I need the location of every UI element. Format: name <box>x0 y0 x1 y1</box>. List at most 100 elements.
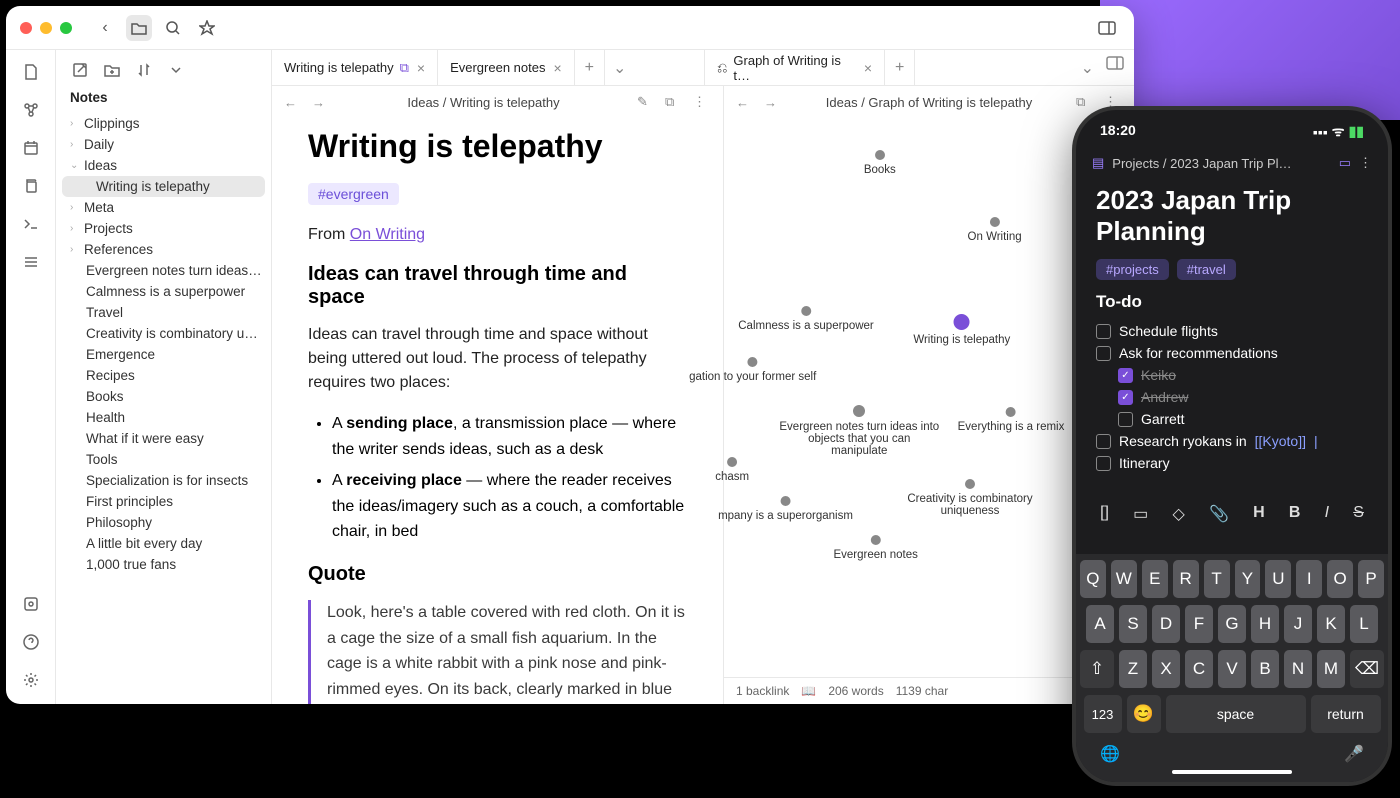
key-y[interactable]: Y <box>1235 560 1261 598</box>
todo-item[interactable]: ✓Keiko <box>1096 364 1368 386</box>
bold-icon[interactable]: B <box>1289 504 1301 524</box>
tab-graph[interactable]: ⎌Graph of Writing is t…× <box>705 50 724 85</box>
file-icon[interactable]: ▭ <box>1133 504 1148 524</box>
collapse-icon[interactable] <box>166 60 186 80</box>
sidebar-folder[interactable]: › References <box>56 239 271 260</box>
key-i[interactable]: I <box>1296 560 1322 598</box>
checkbox[interactable] <box>1118 412 1133 427</box>
from-link[interactable]: On Writing <box>350 226 425 243</box>
key-123[interactable]: 123 <box>1084 695 1122 733</box>
graph-node[interactable]: chasm <box>715 457 749 483</box>
key-h[interactable]: H <box>1251 605 1279 643</box>
brackets-icon[interactable]: [] <box>1100 504 1109 524</box>
graph-canvas[interactable]: BooksOn WritingCalmness is a superpowerW… <box>724 118 1134 677</box>
attach-icon[interactable]: 📎 <box>1209 504 1229 524</box>
breadcrumb[interactable]: Ideas / Writing is telepathy <box>340 95 627 110</box>
sidebar-folder[interactable]: › Clippings <box>56 113 271 134</box>
more-icon[interactable]: ⋮ <box>1104 94 1122 110</box>
nav-back-icon[interactable]: ‹ <box>92 15 118 41</box>
todo-item[interactable]: Ask for recommendations <box>1096 342 1368 364</box>
heading-icon[interactable]: H <box>1253 504 1265 524</box>
sidebar-note[interactable]: Health <box>56 407 271 428</box>
checkbox[interactable] <box>1096 346 1111 361</box>
strike-icon[interactable]: S <box>1353 504 1364 524</box>
tab-evergreen-notes[interactable]: Evergreen notes× <box>438 50 575 85</box>
key-l[interactable]: L <box>1350 605 1378 643</box>
sidebar-folder[interactable]: › Meta <box>56 197 271 218</box>
new-folder-icon[interactable] <box>102 60 122 80</box>
edit-icon[interactable]: ✎ <box>637 94 655 110</box>
key-u[interactable]: U <box>1265 560 1291 598</box>
key-d[interactable]: D <box>1152 605 1180 643</box>
note-title[interactable]: Writing is telepathy <box>308 128 687 165</box>
key-c[interactable]: C <box>1185 650 1213 688</box>
breadcrumb[interactable]: Ideas / Graph of Writing is telepathy <box>792 95 1066 110</box>
key-b[interactable]: B <box>1251 650 1279 688</box>
key-m[interactable]: M <box>1317 650 1345 688</box>
home-indicator[interactable] <box>1172 770 1292 774</box>
vault-icon[interactable] <box>21 594 41 614</box>
graph-node[interactable]: Writing is telepathy <box>913 314 1010 346</box>
minimize-window-button[interactable] <box>40 22 52 34</box>
sidebar-icon[interactable]: ▤ <box>1092 155 1104 171</box>
close-window-button[interactable] <box>20 22 32 34</box>
key-x[interactable]: X <box>1152 650 1180 688</box>
settings-icon[interactable] <box>21 670 41 690</box>
todo-item[interactable]: Itinerary <box>1096 452 1368 474</box>
key-w[interactable]: W <box>1111 560 1137 598</box>
sidebar-note[interactable]: A little bit every day <box>56 533 271 554</box>
close-tab-icon[interactable]: × <box>417 60 425 76</box>
panel-toggle-icon[interactable] <box>1094 15 1120 41</box>
phone-tag[interactable]: #projects <box>1096 259 1169 280</box>
backlinks-count[interactable]: 1 backlink <box>736 684 789 698</box>
nav-forward-icon[interactable]: → <box>312 95 330 110</box>
link-icon[interactable]: ⧉ <box>1076 94 1094 110</box>
book-icon[interactable]: ▭ <box>1339 155 1351 171</box>
sidebar-note[interactable]: Recipes <box>56 365 271 386</box>
checkbox[interactable] <box>1096 456 1111 471</box>
sidebar-note[interactable]: What if it were easy <box>56 428 271 449</box>
graph-node[interactable]: Everything is a remix <box>958 407 1065 433</box>
key-s[interactable]: S <box>1119 605 1147 643</box>
more-icon[interactable]: ⋮ <box>693 94 711 110</box>
graph-node[interactable]: Calmness is a superpower <box>738 306 874 332</box>
checkbox[interactable] <box>1096 434 1111 449</box>
help-icon[interactable] <box>21 632 41 652</box>
sidebar-note[interactable]: Evergreen notes turn ideas… <box>56 260 271 281</box>
key-n[interactable]: N <box>1284 650 1312 688</box>
sidebar-folder[interactable]: › Projects <box>56 218 271 239</box>
tab-dropdown-icon[interactable]: ⌄ <box>605 50 634 85</box>
sidebar-note[interactable]: Calmness is a superpower <box>56 281 271 302</box>
copy-icon[interactable] <box>21 176 41 196</box>
mic-icon[interactable]: 🎤 <box>1344 744 1364 764</box>
key-j[interactable]: J <box>1284 605 1312 643</box>
checkbox[interactable] <box>1096 324 1111 339</box>
star-icon[interactable] <box>194 15 220 41</box>
files-icon[interactable] <box>21 62 41 82</box>
note-title[interactable]: 2023 Japan Trip Planning <box>1076 181 1388 259</box>
sidebar-folder[interactable]: › Daily <box>56 134 271 155</box>
sidebar-note[interactable]: Tools <box>56 449 271 470</box>
key-t[interactable]: T <box>1204 560 1230 598</box>
key-o[interactable]: O <box>1327 560 1353 598</box>
checkbox[interactable]: ✓ <box>1118 390 1133 405</box>
key-shift[interactable]: ⇧ <box>1080 650 1114 688</box>
layers-icon[interactable] <box>21 252 41 272</box>
editor-content[interactable]: Writing is telepathy #evergreen From On … <box>272 118 723 704</box>
key-e[interactable]: E <box>1142 560 1168 598</box>
todo-item[interactable]: ✓Andrew <box>1096 386 1368 408</box>
sort-icon[interactable] <box>134 60 154 80</box>
todo-item[interactable]: Schedule flights <box>1096 320 1368 342</box>
sidebar-folder[interactable]: ⌄ Ideas <box>56 155 271 176</box>
maximize-window-button[interactable] <box>60 22 72 34</box>
close-tab-icon[interactable]: × <box>553 60 561 76</box>
graph-node[interactable]: Evergreen notes turn ideas into objects … <box>779 405 939 457</box>
new-note-icon[interactable] <box>70 60 90 80</box>
graph-node[interactable]: Creativity is combinatory uniqueness <box>890 479 1050 517</box>
key-k[interactable]: K <box>1317 605 1345 643</box>
key-emoji[interactable]: 😊 <box>1127 695 1161 733</box>
tag-icon[interactable]: ◇ <box>1172 504 1184 524</box>
nav-forward-icon[interactable]: → <box>764 95 782 110</box>
key-g[interactable]: G <box>1218 605 1246 643</box>
key-r[interactable]: R <box>1173 560 1199 598</box>
